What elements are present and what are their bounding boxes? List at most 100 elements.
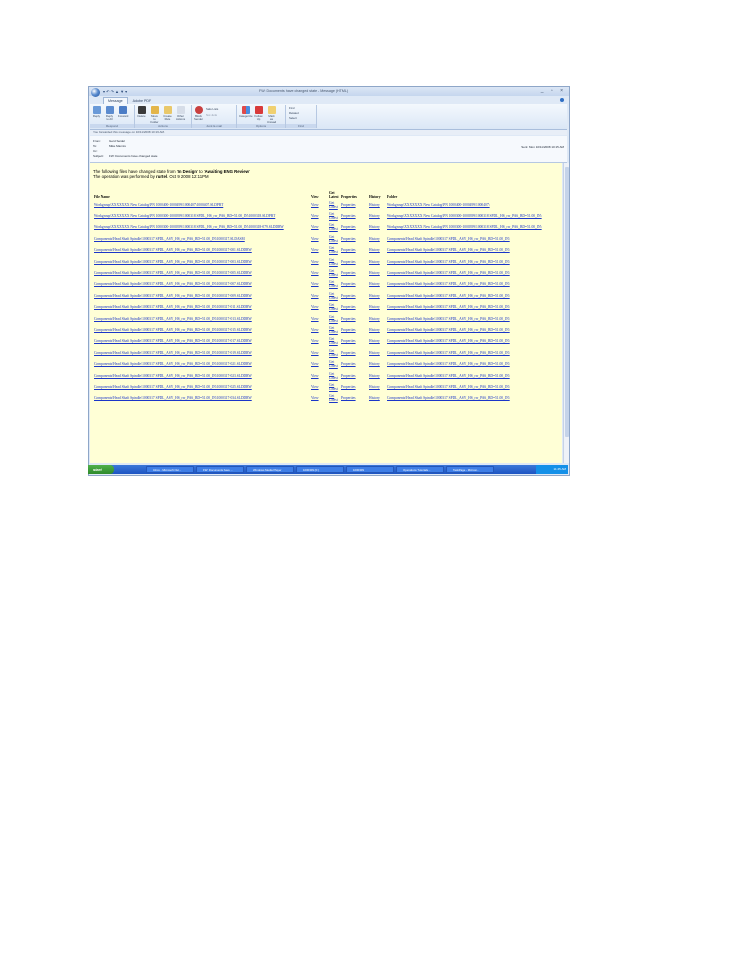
- file-name-link[interactable]: Components\Head Shaft Spindle\1000317 SP…: [94, 396, 252, 400]
- file-name-link[interactable]: Components\Head Shaft Spindle\1000317 SP…: [94, 317, 252, 321]
- properties-link[interactable]: Properties: [341, 203, 356, 207]
- get-latest-link[interactable]: Get Latest: [329, 394, 338, 402]
- reply-all-button[interactable]: Reply to All: [105, 106, 114, 121]
- view-link[interactable]: View: [311, 282, 319, 286]
- mark-unread-button[interactable]: Mark as Unread: [267, 106, 276, 124]
- folder-link[interactable]: Components\Head Shaft Spindle\1000317 SP…: [387, 271, 510, 275]
- select-button[interactable]: Select: [289, 116, 297, 120]
- system-tray-clock[interactable]: 11:45 AM: [536, 465, 568, 474]
- file-name-link[interactable]: Components\Head Shaft Spindle\1000317 SP…: [94, 374, 252, 378]
- folder-link[interactable]: Components\Head Shaft Spindle\1000317 SP…: [387, 317, 510, 321]
- view-link[interactable]: View: [311, 385, 319, 389]
- history-link[interactable]: History: [369, 271, 380, 275]
- move-to-folder-button[interactable]: Move to Folder: [150, 106, 159, 124]
- file-name-link[interactable]: Components\Head Shaft Spindle\1000317 SP…: [94, 237, 245, 241]
- get-latest-link[interactable]: Get Latest: [329, 223, 338, 231]
- properties-link[interactable]: Properties: [341, 260, 356, 264]
- taskbar-button-message[interactable]: FW: Documents have ...: [196, 466, 244, 473]
- history-link[interactable]: History: [369, 374, 380, 378]
- info-bar[interactable]: You forwarded this message on 10/11/2008…: [90, 130, 567, 135]
- history-link[interactable]: History: [369, 351, 380, 355]
- vertical-scrollbar[interactable]: [563, 163, 569, 463]
- taskbar-button-tutorials[interactable]: Operations Tutorials...: [396, 466, 444, 473]
- get-latest-link[interactable]: Get Latest: [329, 303, 338, 311]
- get-latest-link[interactable]: Get Latest: [329, 349, 338, 357]
- block-sender-button[interactable]: Block Sender: [194, 106, 203, 121]
- start-button[interactable]: start: [88, 465, 114, 474]
- history-link[interactable]: History: [369, 294, 380, 298]
- help-icon[interactable]: [560, 98, 564, 102]
- properties-link[interactable]: Properties: [341, 385, 356, 389]
- office-button-icon[interactable]: [91, 88, 100, 97]
- reply-button[interactable]: Reply: [92, 106, 101, 118]
- properties-link[interactable]: Properties: [341, 271, 356, 275]
- properties-link[interactable]: Properties: [341, 351, 356, 355]
- view-link[interactable]: View: [311, 294, 319, 298]
- get-latest-link[interactable]: Get Latest: [329, 383, 338, 391]
- get-latest-link[interactable]: Get Latest: [329, 212, 338, 220]
- scrollbar-thumb[interactable]: [564, 167, 569, 437]
- get-latest-link[interactable]: Get Latest: [329, 258, 338, 266]
- other-actions-button[interactable]: Other Actions: [176, 106, 185, 121]
- folder-link[interactable]: Components\Head Shaft Spindle\1000317 SP…: [387, 339, 510, 343]
- history-link[interactable]: History: [369, 362, 380, 366]
- to-value[interactable]: Mike Mannis: [109, 144, 126, 148]
- view-link[interactable]: View: [311, 374, 319, 378]
- file-name-link[interactable]: Workgroup\XXXXXXX New Catalog\PN 1000400…: [94, 203, 223, 207]
- file-name-link[interactable]: Components\Head Shaft Spindle\1000317 SP…: [94, 385, 252, 389]
- get-latest-link[interactable]: Get Latest: [329, 372, 338, 380]
- history-link[interactable]: History: [369, 282, 380, 286]
- create-rule-button[interactable]: Create Rule: [163, 106, 172, 121]
- get-latest-link[interactable]: Get Latest: [329, 315, 338, 323]
- file-name-link[interactable]: Components\Head Shaft Spindle\1000317 SP…: [94, 260, 252, 264]
- get-latest-link[interactable]: Get Latest: [329, 269, 338, 277]
- properties-link[interactable]: Properties: [341, 282, 356, 286]
- get-latest-link[interactable]: Get Latest: [329, 280, 338, 288]
- properties-link[interactable]: Properties: [341, 328, 356, 332]
- folder-link[interactable]: Components\Head Shaft Spindle\1000317 SP…: [387, 396, 510, 400]
- properties-link[interactable]: Properties: [341, 396, 356, 400]
- folder-link[interactable]: Components\Head Shaft Spindle\1000317 SP…: [387, 385, 510, 389]
- view-link[interactable]: View: [311, 317, 319, 321]
- properties-link[interactable]: Properties: [341, 294, 356, 298]
- quick-access-toolbar[interactable]: ▾ ↶ ↷ ▲ ▼ ▾: [103, 89, 127, 94]
- view-link[interactable]: View: [311, 339, 319, 343]
- properties-link[interactable]: Properties: [341, 225, 356, 229]
- history-link[interactable]: History: [369, 339, 380, 343]
- get-latest-link[interactable]: Get Latest: [329, 360, 338, 368]
- history-link[interactable]: History: [369, 214, 380, 218]
- folder-link[interactable]: Components\Head Shaft Spindle\1000317 SP…: [387, 305, 510, 309]
- folder-link[interactable]: Components\Head Shaft Spindle\1000317 SP…: [387, 282, 510, 286]
- view-link[interactable]: View: [311, 351, 319, 355]
- file-name-link[interactable]: Components\Head Shaft Spindle\1000317 SP…: [94, 351, 252, 355]
- follow-up-button[interactable]: Follow Up: [254, 106, 263, 121]
- history-link[interactable]: History: [369, 328, 380, 332]
- delete-button[interactable]: Delete: [137, 106, 146, 118]
- history-link[interactable]: History: [369, 203, 380, 207]
- get-latest-link[interactable]: Get Latest: [329, 201, 338, 209]
- folder-link[interactable]: Components\Head Shaft Spindle\1000317 SP…: [387, 328, 510, 332]
- get-latest-link[interactable]: Get Latest: [329, 235, 338, 243]
- folder-link[interactable]: Components\Head Shaft Spindle\1000317 SP…: [387, 362, 510, 366]
- folder-link[interactable]: Components\Head Shaft Spindle\1000317 SP…: [387, 374, 510, 378]
- view-link[interactable]: View: [311, 328, 319, 332]
- view-link[interactable]: View: [311, 271, 319, 275]
- view-link[interactable]: View: [311, 237, 319, 241]
- folder-link[interactable]: Components\Head Shaft Spindle\1000317 SP…: [387, 248, 510, 252]
- file-name-link[interactable]: Workgroup\XXXXXXX New Catalog\PN 1000300…: [94, 225, 284, 229]
- file-name-link[interactable]: Components\Head Shaft Spindle\1000317 SP…: [94, 305, 252, 309]
- folder-link[interactable]: Workgroup\XXXXXXX New Catalog\PN 1000400…: [387, 203, 490, 207]
- taskbar-button-inbox[interactable]: Inbox - Microsoft Out...: [146, 466, 194, 473]
- properties-link[interactable]: Properties: [341, 339, 356, 343]
- folder-link[interactable]: Components\Head Shaft Spindle\1000317 SP…: [387, 351, 510, 355]
- properties-link[interactable]: Properties: [341, 362, 356, 366]
- taskbar-button-folder[interactable]: 1000309: [346, 466, 394, 473]
- history-link[interactable]: History: [369, 396, 380, 400]
- file-name-link[interactable]: Components\Head Shaft Spindle\1000317 SP…: [94, 339, 252, 343]
- folder-link[interactable]: Components\Head Shaft Spindle\1000317 SP…: [387, 294, 510, 298]
- taskbar-button-media-player[interactable]: Windows Media Player: [246, 466, 294, 473]
- get-latest-link[interactable]: Get Latest: [329, 246, 338, 254]
- file-name-link[interactable]: Components\Head Shaft Spindle\1000317 SP…: [94, 248, 252, 252]
- history-link[interactable]: History: [369, 305, 380, 309]
- forward-button[interactable]: Forward: [118, 106, 128, 118]
